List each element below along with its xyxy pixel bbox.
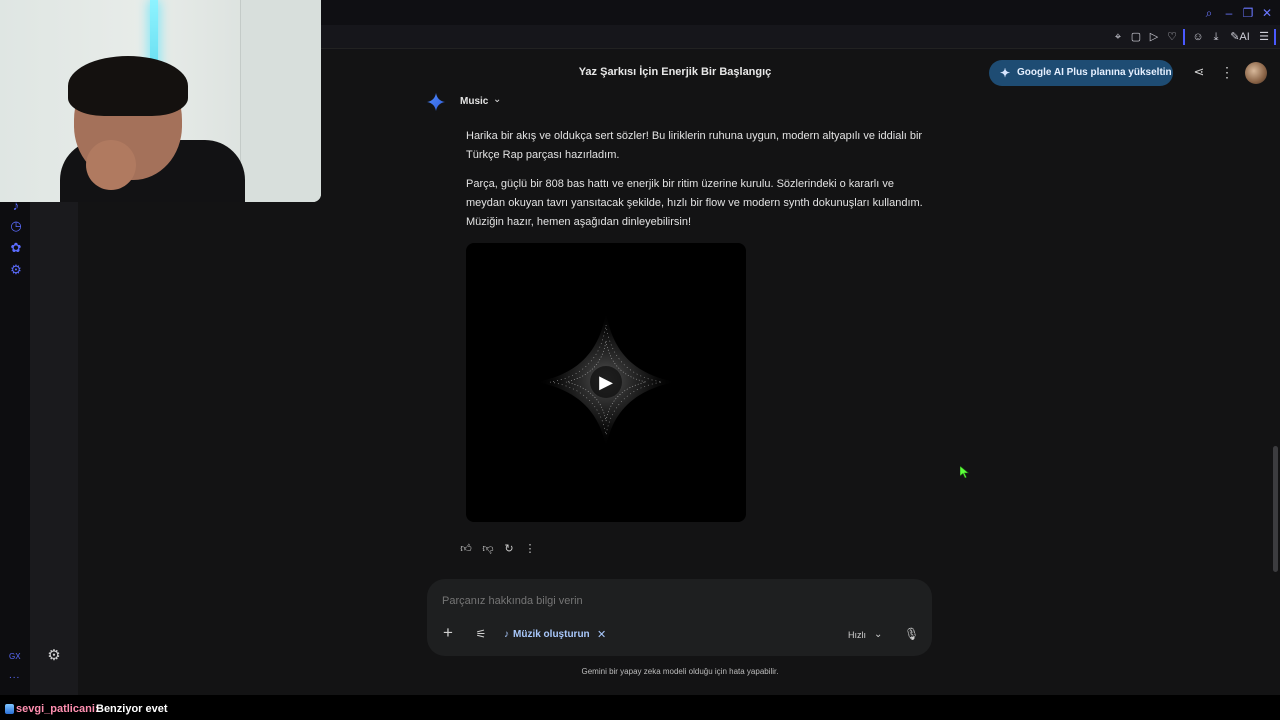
music-tool-chip[interactable]: ♪ Müzik oluşturun: [504, 627, 590, 643]
chat-title: Yaz Şarkısı İçin Enerjik Bir Başlangıç: [578, 66, 772, 78]
settings-icon[interactable]: ⚙: [8, 262, 24, 278]
response-paragraph: Parça, güçlü bir 808 bas hattı ve enerji…: [466, 178, 923, 228]
ai-label: AI: [1239, 31, 1250, 43]
disclaimer: Gemini bir yapay zeka modeli olduğu için…: [581, 667, 779, 676]
webcam-person-hair: [68, 56, 188, 116]
account-icon[interactable]: ☺: [1190, 29, 1206, 45]
chat-badge-icon: [5, 704, 14, 714]
share-icon[interactable]: ⋖: [1191, 64, 1207, 80]
chip-label: Müzik oluşturun: [513, 629, 590, 640]
stream-chat-bar: [0, 695, 1280, 720]
avatar[interactable]: [1245, 62, 1267, 84]
add-icon[interactable]: +: [440, 624, 456, 641]
chevron-down-icon[interactable]: ⌄: [493, 94, 501, 105]
chevron-down-icon[interactable]: ⌄: [874, 627, 882, 643]
close-icon[interactable]: ✕: [597, 627, 606, 643]
prompt-input[interactable]: [442, 593, 912, 609]
gx-label[interactable]: GX: [9, 652, 21, 661]
play-button[interactable]: ▶: [592, 368, 620, 396]
search-icon[interactable]: ⌕: [1202, 6, 1216, 20]
screen: ⌕ – ❐ ✕ ⌖ ▢ ▷ ♡ ☺ ⤓ ✎AI ☰ ♪ ◷ ✿ ⚙ GX ...…: [0, 0, 1280, 720]
tab-strip[interactable]: [320, 0, 1280, 25]
toolbar-separator: [1183, 29, 1185, 45]
music-note-icon: ♪: [504, 629, 509, 640]
thumbs-down-icon[interactable]: 👎︎: [481, 542, 495, 556]
prompt-composer: + ⚟ ♪ Müzik oluşturun ✕ Hızlı ⌄ 🎙︎: [427, 579, 932, 656]
chat-message: Benziyor evet: [96, 703, 168, 715]
more-icon[interactable]: ...: [9, 670, 20, 681]
extensions-icon[interactable]: ✿: [8, 240, 24, 256]
close-icon[interactable]: ✕: [1260, 6, 1274, 20]
download-icon[interactable]: ⤓: [1208, 29, 1224, 45]
webcam-overlay: [0, 0, 321, 202]
minimize-icon[interactable]: –: [1222, 6, 1236, 20]
gemini-spark-icon: [427, 93, 445, 111]
response-paragraph: Harika bir akış ve oldukça sert sözler! …: [466, 130, 923, 161]
pin-icon[interactable]: ⌖: [1110, 29, 1126, 45]
sparkle-icon: ✦: [1000, 66, 1011, 80]
more-options-icon[interactable]: ⋮: [1219, 64, 1235, 80]
redo-icon[interactable]: ↻: [502, 542, 516, 556]
tools-icon[interactable]: ⚟: [472, 626, 490, 642]
snapshot-icon[interactable]: ▢: [1128, 29, 1144, 45]
play-icon[interactable]: ▷: [1146, 29, 1162, 45]
upgrade-label: Google AI Plus planına yükseltin: [1017, 67, 1172, 78]
model-select[interactable]: Hızlı: [848, 627, 866, 643]
webcam-hand: [86, 140, 136, 190]
menu-icon[interactable]: ☰: [1256, 29, 1272, 45]
music-player[interactable]: ▶: [466, 243, 746, 522]
gem-name[interactable]: Music: [460, 96, 488, 107]
restore-icon[interactable]: ❐: [1241, 6, 1255, 20]
gemini-settings-icon[interactable]: ⚙: [46, 648, 62, 664]
aria-ai-icon[interactable]: ✎AI: [1228, 29, 1252, 45]
chat-username: sevgi_patlicani:: [16, 703, 99, 715]
toolbar-edge: [1274, 29, 1276, 45]
more-icon[interactable]: ⋮: [523, 542, 537, 556]
mic-icon[interactable]: 🎙︎: [904, 626, 919, 642]
webcam-background: [240, 0, 321, 202]
heart-icon[interactable]: ♡: [1164, 29, 1180, 45]
thumbs-up-icon[interactable]: 👍︎: [459, 542, 473, 556]
scrollbar[interactable]: [1272, 50, 1280, 695]
mouse-cursor-icon: [960, 466, 970, 478]
scrollbar-thumb[interactable]: [1273, 446, 1278, 572]
upgrade-button[interactable]: ✦ Google AI Plus planına yükseltin: [989, 60, 1173, 86]
history-icon[interactable]: ◷: [8, 218, 24, 234]
